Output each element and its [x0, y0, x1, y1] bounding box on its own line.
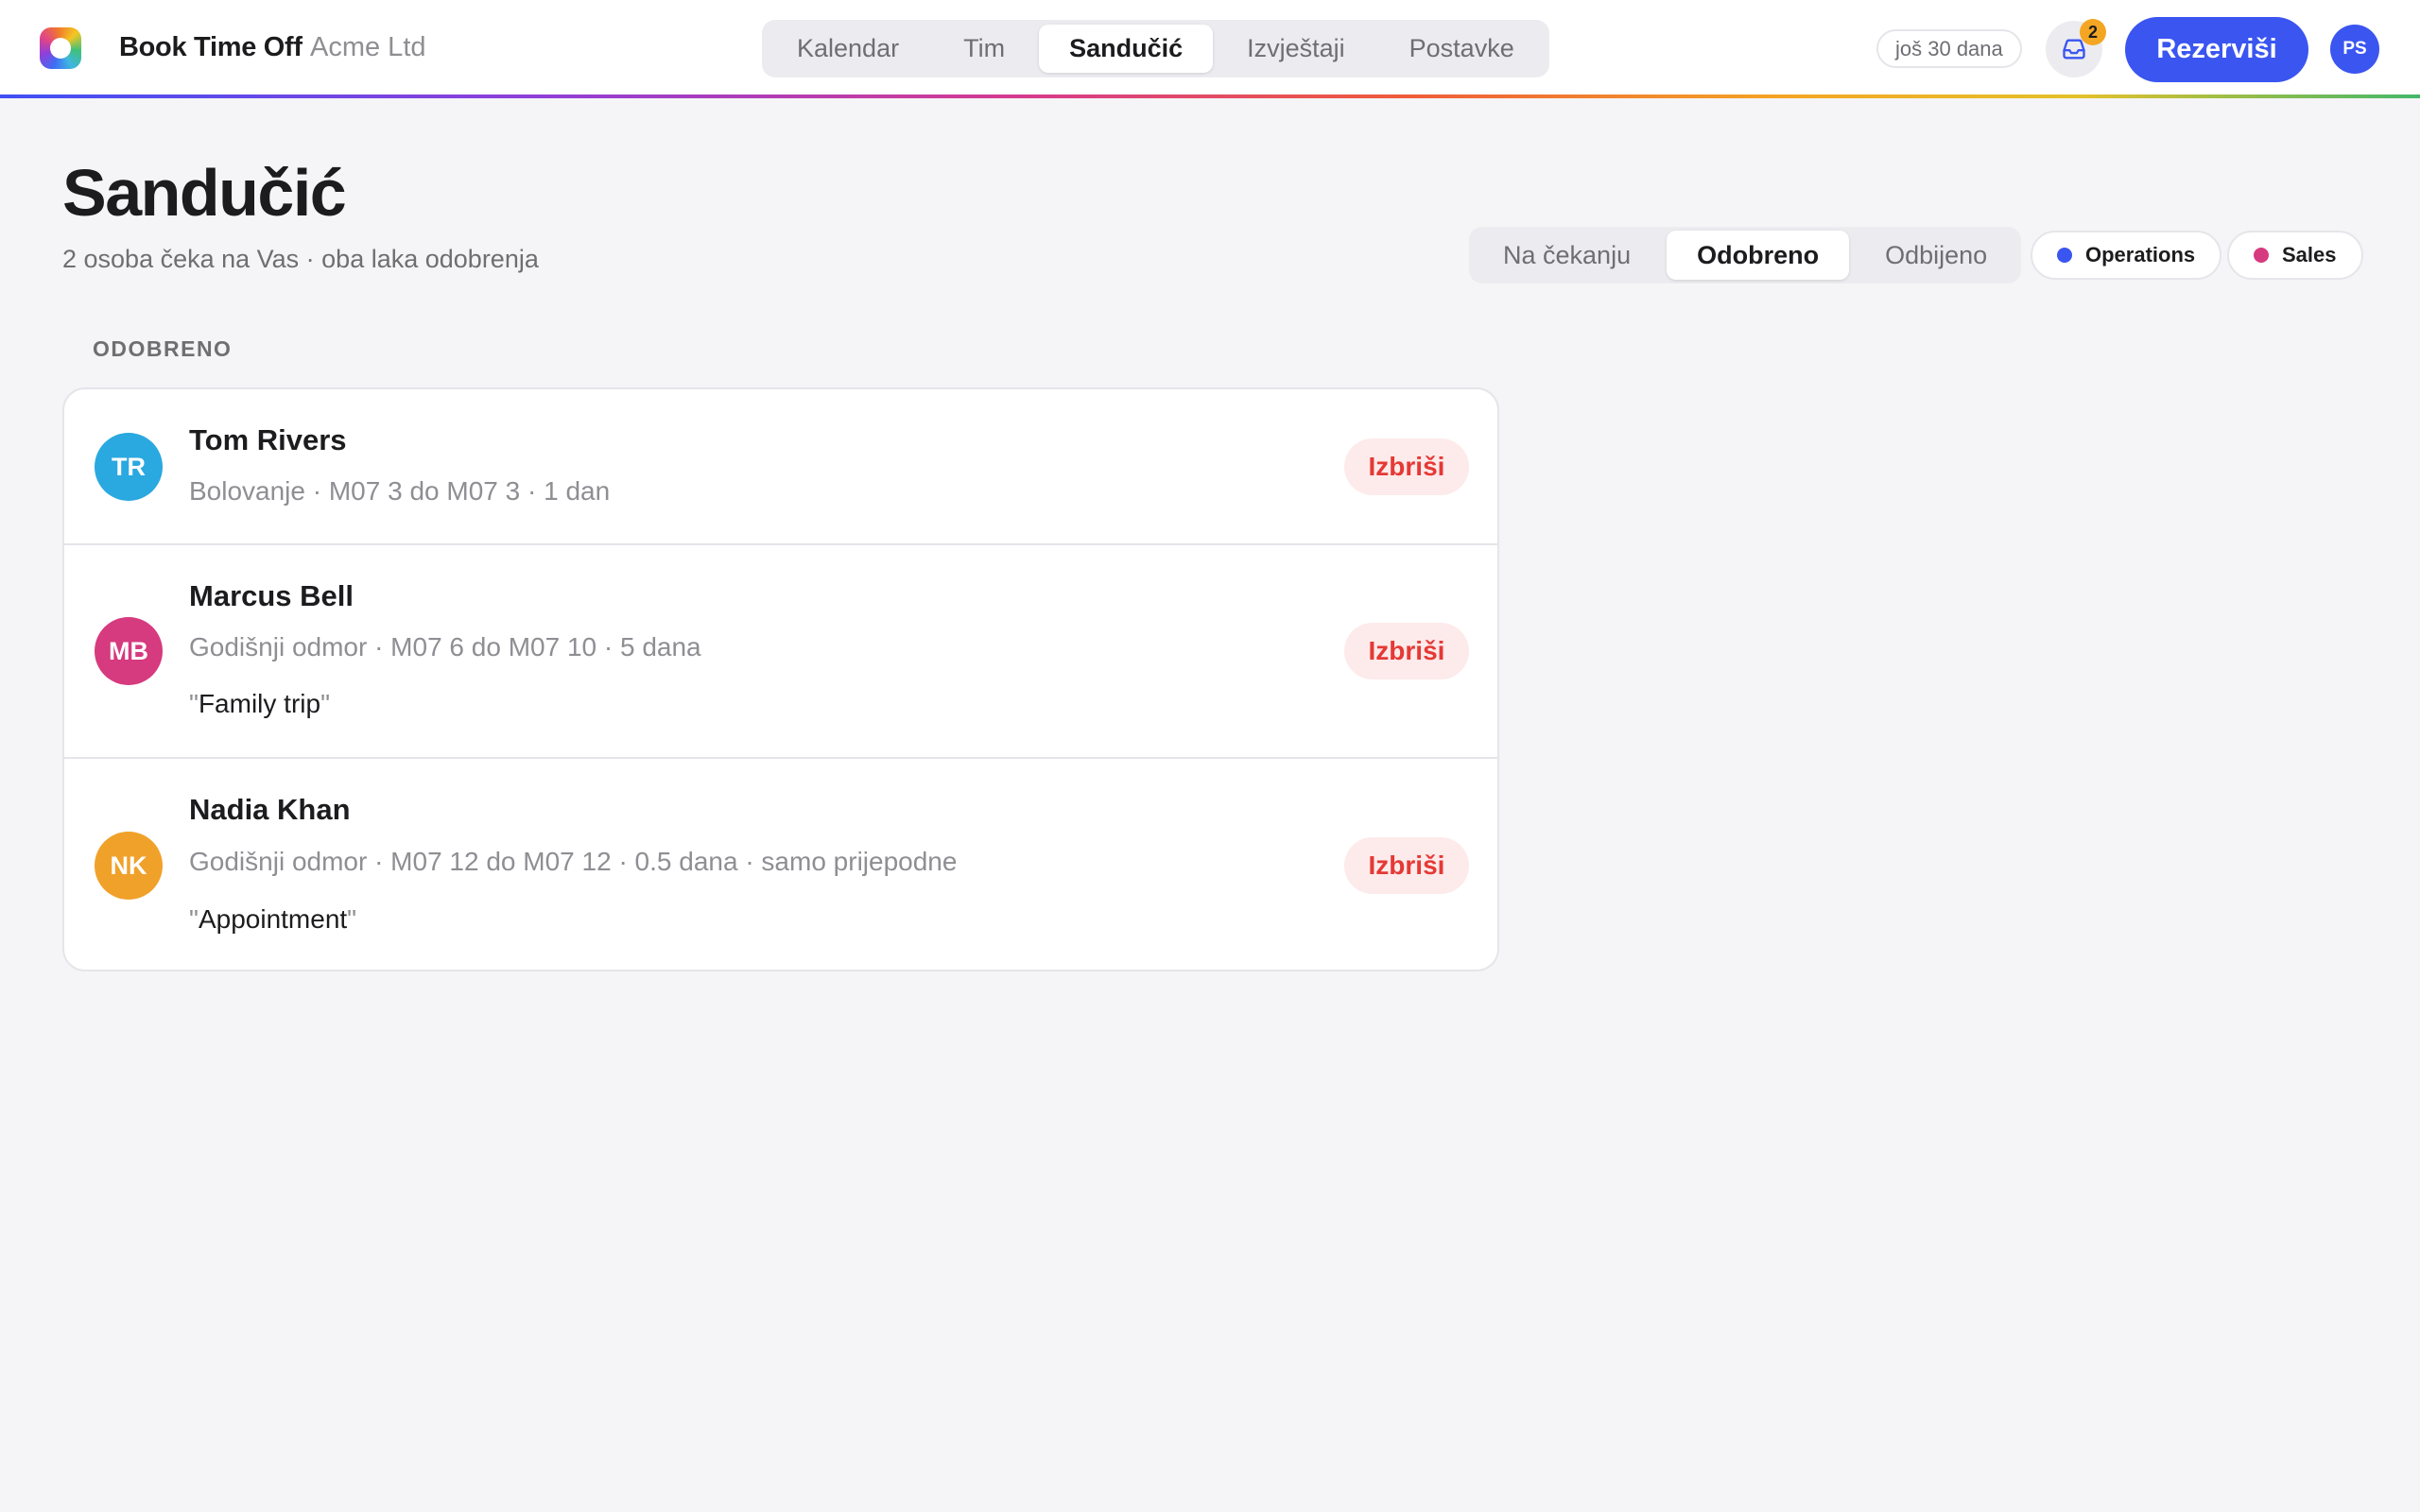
book-time-off-button[interactable]: Rezerviši	[2125, 17, 2308, 82]
delete-button[interactable]: Izbriši	[1344, 837, 1469, 894]
team-chip-label: Operations	[2085, 243, 2196, 266]
list-item: MB Marcus Bell Godišnji odmor · M07 6 do…	[64, 545, 1497, 759]
status-filter: Na čekanju Odobreno Odbijeno	[1469, 227, 2022, 284]
team-chip-label: Sales	[2282, 243, 2337, 266]
team-color-dot	[2254, 248, 2269, 263]
approved-list: TR Tom Rivers Bolovanje · M07 3 do M07 3…	[62, 387, 1499, 971]
brand-name: Book Time Off	[119, 32, 302, 62]
filter-approved[interactable]: Odobreno	[1667, 231, 1850, 280]
avatar: MB	[95, 617, 163, 685]
delete-button[interactable]: Izbriši	[1344, 438, 1469, 495]
team-chip-sales[interactable]: Sales	[2227, 231, 2363, 280]
page-subtitle: 2 osoba čeka na Vas · oba laka odobrenja	[62, 245, 539, 273]
page-title: Sandučić	[62, 156, 347, 230]
section-label-approved: ODOBRENO	[93, 336, 233, 361]
filter-pending[interactable]: Na čekanju	[1473, 231, 1661, 280]
leave-note-text: Family trip	[198, 689, 321, 718]
team-chip-operations[interactable]: Operations	[2031, 231, 2222, 280]
header-accent-gradient	[0, 94, 2420, 98]
leave-note: "Family trip"	[189, 689, 331, 718]
trial-badge[interactable]: još 30 dana	[1876, 29, 2022, 68]
leave-note-text: Appointment	[198, 904, 348, 934]
list-item: TR Tom Rivers Bolovanje · M07 3 do M07 3…	[64, 389, 1497, 545]
top-bar: Book Time Off Acme Ltd Kalendar Tim Sand…	[0, 0, 2420, 98]
leave-details: Godišnji odmor · M07 12 do M07 12 · 0.5 …	[189, 847, 958, 876]
inbox-count-badge: 2	[2080, 19, 2106, 45]
organization-name: Acme Ltd	[310, 32, 426, 62]
leave-details: Bolovanje · M07 3 do M07 3 · 1 dan	[189, 476, 611, 506]
main-nav: Kalendar Tim Sandučić Izvještaji Postavk…	[762, 20, 1549, 77]
employee-name: Nadia Khan	[189, 793, 351, 826]
delete-button[interactable]: Izbriši	[1344, 623, 1469, 679]
tab-izvjestaji[interactable]: Izvještaji	[1217, 25, 1375, 73]
leave-details: Godišnji odmor · M07 6 do M07 10 · 5 dan…	[189, 632, 701, 662]
team-color-dot	[2057, 248, 2072, 263]
filter-rejected[interactable]: Odbijeno	[1855, 231, 2017, 280]
tab-kalendar[interactable]: Kalendar	[767, 25, 929, 73]
app-logo-icon[interactable]	[40, 27, 81, 69]
tab-tim[interactable]: Tim	[933, 25, 1035, 73]
list-item: NK Nadia Khan Godišnji odmor · M07 12 do…	[64, 759, 1497, 970]
user-avatar[interactable]: PS	[2330, 25, 2379, 74]
tab-postavke[interactable]: Postavke	[1379, 25, 1545, 73]
employee-name: Tom Rivers	[189, 423, 347, 456]
avatar: TR	[95, 433, 163, 501]
leave-note: "Appointment"	[189, 904, 357, 934]
avatar: NK	[95, 832, 163, 900]
tab-sanducic[interactable]: Sandučić	[1039, 25, 1214, 73]
employee-name: Marcus Bell	[189, 579, 354, 612]
